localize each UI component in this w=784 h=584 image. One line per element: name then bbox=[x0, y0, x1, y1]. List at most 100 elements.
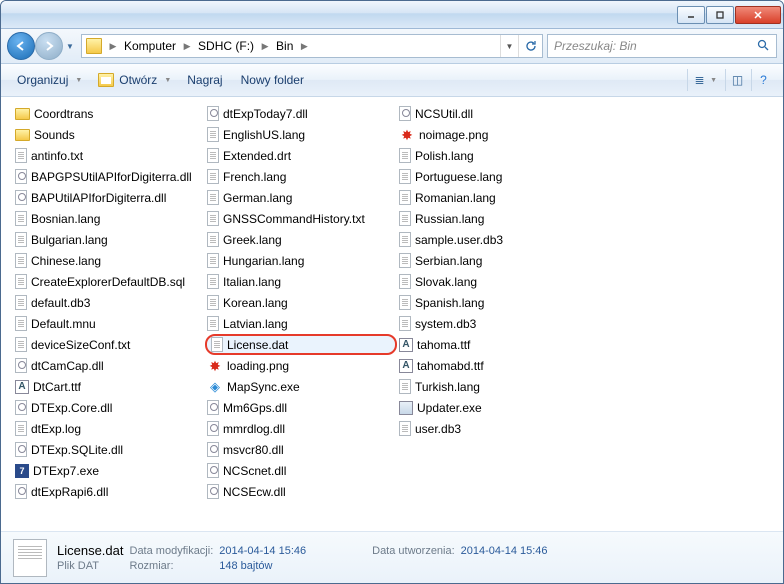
file-item[interactable]: Spanish.lang bbox=[397, 292, 589, 313]
file-item[interactable]: License.dat bbox=[205, 334, 397, 355]
file-item[interactable]: dtCamCap.dll bbox=[13, 355, 205, 376]
file-item[interactable]: NCScnet.dll bbox=[205, 460, 397, 481]
search-input[interactable]: Przeszukaj: Bin bbox=[547, 34, 777, 58]
dll-icon bbox=[207, 421, 219, 436]
file-item[interactable]: ✸loading.png bbox=[205, 355, 397, 376]
file-item[interactable]: mmrdlog.dll bbox=[205, 418, 397, 439]
file-label: Romanian.lang bbox=[415, 191, 496, 205]
file-item[interactable]: Turkish.lang bbox=[397, 376, 589, 397]
preview-pane-button[interactable]: ◫ bbox=[725, 69, 749, 91]
file-item[interactable]: Default.mnu bbox=[13, 313, 205, 334]
file-item[interactable]: Coordtrans bbox=[13, 103, 205, 124]
file-item[interactable]: NCSUtil.dll bbox=[397, 103, 589, 124]
file-item[interactable]: NCSEcw.dll bbox=[205, 481, 397, 502]
breadcrumb-segment[interactable]: SDHC (F:) bbox=[194, 39, 258, 53]
file-item[interactable]: CreateExplorerDefaultDB.sql bbox=[13, 271, 205, 292]
view-options-button[interactable]: ≣ bbox=[687, 69, 711, 91]
file-item[interactable]: BAPGPSUtilAPIforDigiterra.dll bbox=[13, 166, 205, 187]
forward-button[interactable] bbox=[35, 32, 63, 60]
breadcrumb-segment[interactable]: Bin bbox=[272, 39, 297, 53]
details-created-label: Data utworzenia: bbox=[372, 545, 455, 557]
file-item[interactable]: Latvian.lang bbox=[205, 313, 397, 334]
file-label: DTExp7.exe bbox=[33, 464, 99, 478]
file-item[interactable]: Polish.lang bbox=[397, 145, 589, 166]
address-bar[interactable]: ▶ Komputer ▶ SDHC (F:) ▶ Bin ▶ ▼ bbox=[81, 34, 543, 58]
file-item[interactable]: tahoma.ttf bbox=[397, 334, 589, 355]
file-item[interactable]: Italian.lang bbox=[205, 271, 397, 292]
file-item[interactable]: DTExp.Core.dll bbox=[13, 397, 205, 418]
breadcrumb-segment[interactable]: Komputer bbox=[120, 39, 180, 53]
file-label: Hungarian.lang bbox=[223, 254, 304, 268]
file-item[interactable]: 7DTExp7.exe bbox=[13, 460, 205, 481]
file-item[interactable]: Hungarian.lang bbox=[205, 250, 397, 271]
file-item[interactable]: tahomabd.ttf bbox=[397, 355, 589, 376]
image-icon: ✸ bbox=[399, 127, 415, 143]
file-item[interactable]: default.db3 bbox=[13, 292, 205, 313]
file-icon bbox=[15, 274, 27, 289]
nav-history-dropdown[interactable]: ▼ bbox=[63, 32, 77, 60]
folder-icon bbox=[86, 38, 102, 54]
file-item[interactable]: DTExp.SQLite.dll bbox=[13, 439, 205, 460]
help-button[interactable]: ? bbox=[751, 69, 775, 91]
file-icon bbox=[207, 295, 219, 310]
file-label: tahoma.ttf bbox=[417, 338, 470, 352]
file-icon bbox=[207, 316, 219, 331]
file-item[interactable]: Extended.drt bbox=[205, 145, 397, 166]
chevron-right-icon[interactable]: ▶ bbox=[258, 41, 272, 52]
file-item[interactable]: sample.user.db3 bbox=[397, 229, 589, 250]
organize-button[interactable]: Organizuj bbox=[9, 73, 76, 87]
file-item[interactable]: French.lang bbox=[205, 166, 397, 187]
file-item[interactable]: Updater.exe bbox=[397, 397, 589, 418]
file-list[interactable]: CoordtransSoundsantinfo.txtBAPGPSUtilAPI… bbox=[1, 97, 783, 531]
chevron-right-icon[interactable]: ▶ bbox=[297, 41, 311, 52]
file-item[interactable]: msvcr80.dll bbox=[205, 439, 397, 460]
file-item[interactable]: deviceSizeConf.txt bbox=[13, 334, 205, 355]
file-item[interactable]: Bosnian.lang bbox=[13, 208, 205, 229]
file-item[interactable]: German.lang bbox=[205, 187, 397, 208]
dll-icon bbox=[399, 106, 411, 121]
close-button[interactable] bbox=[735, 6, 781, 24]
file-item[interactable]: Korean.lang bbox=[205, 292, 397, 313]
dll-icon bbox=[15, 358, 27, 373]
file-item[interactable]: Slovak.lang bbox=[397, 271, 589, 292]
file-item[interactable]: dtExp.log bbox=[13, 418, 205, 439]
file-item[interactable]: BAPUtilAPIforDigiterra.dll bbox=[13, 187, 205, 208]
address-dropdown[interactable]: ▼ bbox=[500, 35, 518, 57]
file-item[interactable]: Portuguese.lang bbox=[397, 166, 589, 187]
file-item[interactable]: dtExpToday7.dll bbox=[205, 103, 397, 124]
file-item[interactable]: antinfo.txt bbox=[13, 145, 205, 166]
file-label: DtCart.ttf bbox=[33, 380, 81, 394]
new-folder-button[interactable]: Nowy folder bbox=[233, 73, 312, 87]
file-item[interactable]: Greek.lang bbox=[205, 229, 397, 250]
file-item[interactable]: Romanian.lang bbox=[397, 187, 589, 208]
maximize-button[interactable] bbox=[706, 6, 734, 24]
file-label: BAPUtilAPIforDigiterra.dll bbox=[31, 191, 166, 205]
file-item[interactable]: system.db3 bbox=[397, 313, 589, 334]
dll-icon bbox=[207, 442, 219, 457]
file-item[interactable]: Chinese.lang bbox=[13, 250, 205, 271]
file-item[interactable]: Serbian.lang bbox=[397, 250, 589, 271]
burn-button[interactable]: Nagraj bbox=[179, 73, 230, 87]
file-item[interactable]: Sounds bbox=[13, 124, 205, 145]
file-item[interactable]: Russian.lang bbox=[397, 208, 589, 229]
file-item[interactable]: Bulgarian.lang bbox=[13, 229, 205, 250]
file-item[interactable]: EnglishUS.lang bbox=[205, 124, 397, 145]
file-icon bbox=[15, 316, 27, 331]
chevron-right-icon[interactable]: ▶ bbox=[180, 41, 194, 52]
file-icon bbox=[15, 148, 27, 163]
file-item[interactable]: DtCart.ttf bbox=[13, 376, 205, 397]
back-button[interactable] bbox=[7, 32, 35, 60]
file-item[interactable]: ◈MapSync.exe bbox=[205, 376, 397, 397]
chevron-right-icon[interactable]: ▶ bbox=[106, 41, 120, 52]
file-icon bbox=[207, 253, 219, 268]
minimize-button[interactable] bbox=[677, 6, 705, 24]
file-label: Spanish.lang bbox=[415, 296, 484, 310]
file-item[interactable]: Mm6Gps.dll bbox=[205, 397, 397, 418]
file-item[interactable]: GNSSCommandHistory.txt bbox=[205, 208, 397, 229]
search-icon[interactable] bbox=[756, 38, 770, 55]
open-button[interactable]: Otwórz bbox=[90, 73, 165, 87]
file-item[interactable]: user.db3 bbox=[397, 418, 589, 439]
refresh-button[interactable] bbox=[518, 35, 542, 57]
file-item[interactable]: ✸noimage.png bbox=[397, 124, 589, 145]
file-item[interactable]: dtExpRapi6.dll bbox=[13, 481, 205, 502]
